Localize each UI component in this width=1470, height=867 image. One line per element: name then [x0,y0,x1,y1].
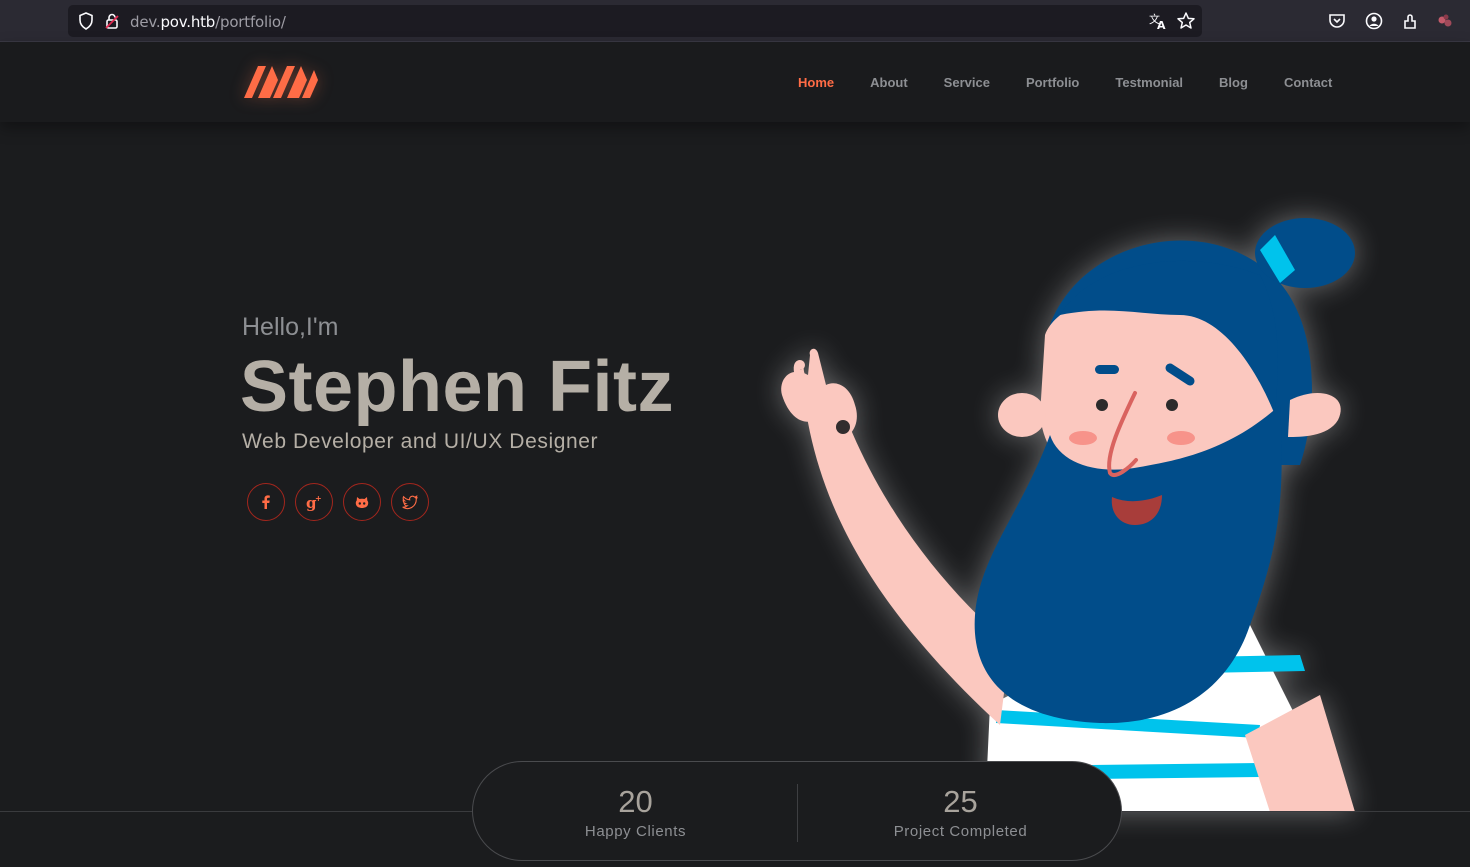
stat-value: 20 [618,784,653,819]
nav-service[interactable]: Service [944,75,990,90]
url-bar[interactable]: dev.pov.htb/portfolio/ 文A [68,5,1202,37]
nav-home[interactable]: Home [798,75,834,90]
extension-badge-icon[interactable] [1435,11,1455,31]
svg-text:A: A [1157,19,1166,31]
hero-name: Stephen Fitz [240,347,674,427]
twitter-link[interactable] [391,483,429,521]
stat-happy-clients: 20 Happy Clients [473,762,798,862]
main-nav: Home About Service Portfolio Testmonial … [780,42,1350,122]
hero-greeting: Hello,I'm [242,313,339,341]
bookmark-star-icon[interactable] [1176,11,1196,31]
nav-about[interactable]: About [870,75,908,90]
twitter-icon [402,495,418,510]
stat-label: Project Completed [893,823,1028,840]
extensions-icon[interactable] [1400,11,1420,31]
translate-icon[interactable]: 文A [1148,11,1168,32]
facebook-link[interactable] [247,483,285,521]
stats-panel: 20 Happy Clients 25 Project Completed [472,761,1122,861]
hero-character-illustration [760,205,1380,812]
stat-label: Happy Clients [584,823,687,840]
stat-projects-completed: 25 Project Completed [798,762,1123,862]
nav-contact[interactable]: Contact [1284,75,1332,90]
github-icon [355,497,369,508]
browser-toolbar: dev.pov.htb/portfolio/ 文A [0,0,1470,42]
insecure-lock-icon[interactable] [102,11,122,31]
google-plus-icon: g+ [306,494,322,511]
nav-blog[interactable]: Blog [1219,75,1248,90]
google-plus-link[interactable]: g + [295,483,333,521]
shield-icon[interactable] [76,11,96,31]
nav-portfolio[interactable]: Portfolio [1026,75,1079,90]
nav-testimonial[interactable]: Testmonial [1115,75,1183,90]
account-icon[interactable] [1364,11,1384,31]
pocket-icon[interactable] [1327,11,1347,31]
stat-value: 25 [943,784,978,819]
hero-role: Web Developer and UI/UX Designer [242,430,599,453]
github-link[interactable] [343,483,381,521]
svg-text:+: + [315,494,322,503]
facebook-icon [262,495,270,509]
social-links: g + [247,483,439,521]
url-text[interactable]: dev.pov.htb/portfolio/ [130,13,286,31]
site-header: Home About Service Portfolio Testmonial … [0,42,1470,122]
site-logo[interactable] [240,60,320,105]
